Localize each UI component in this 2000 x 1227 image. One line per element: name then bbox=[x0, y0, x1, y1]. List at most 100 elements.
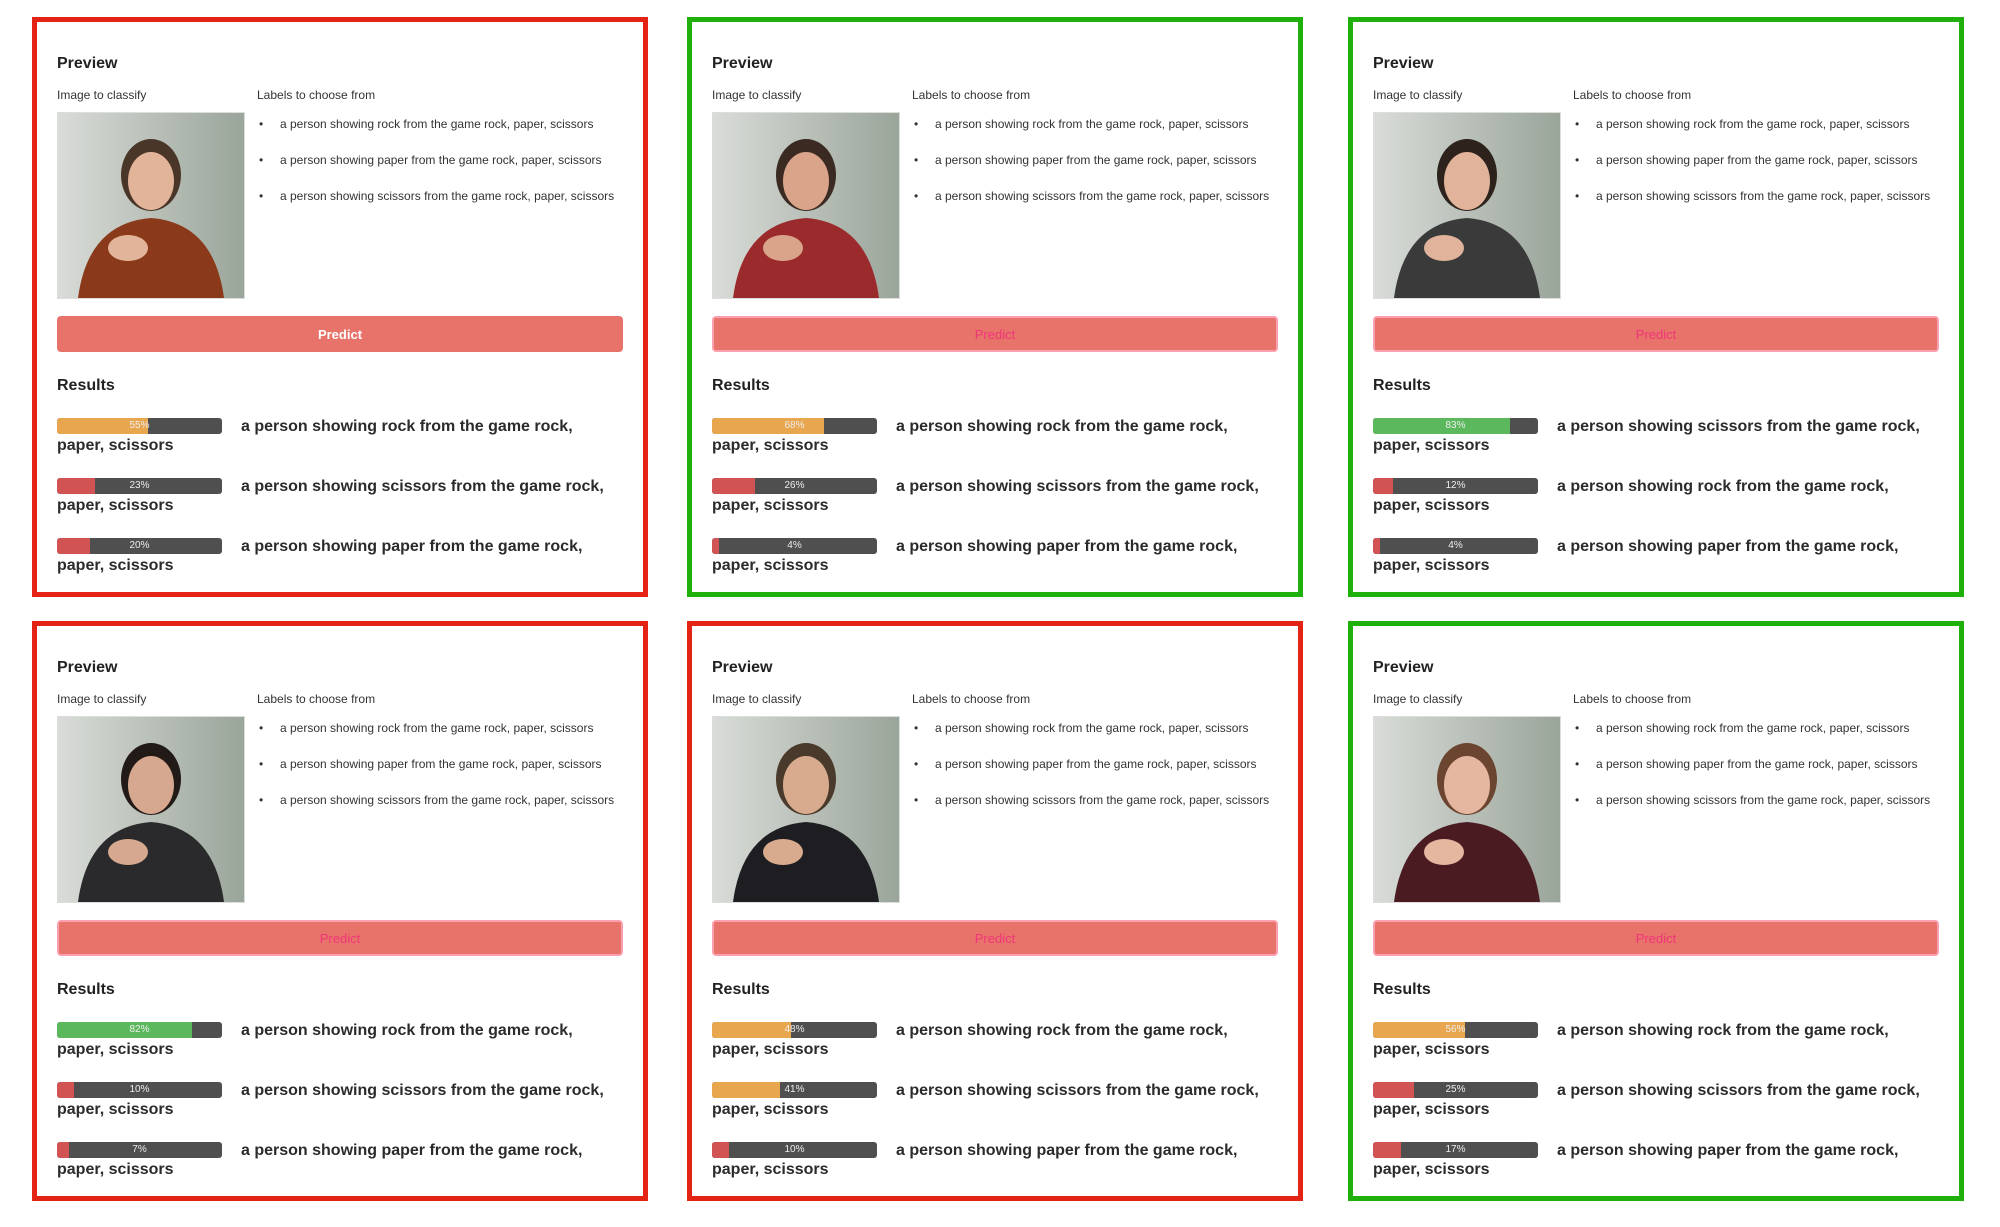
predict-button[interactable]: Predict bbox=[712, 920, 1278, 956]
confidence-bar: 12% bbox=[1373, 478, 1538, 494]
result-item: 83% a person showing scissors from the g… bbox=[1373, 417, 1939, 477]
input-image[interactable] bbox=[712, 112, 900, 299]
candidate-labels-list: a person showing rock from the game rock… bbox=[912, 114, 1278, 222]
labels-heading: Labels to choose from bbox=[257, 88, 376, 102]
confidence-bar: 10% bbox=[57, 1082, 222, 1098]
confidence-percent: 17% bbox=[1445, 1144, 1466, 1155]
classifier-panel-incorrect: Preview Image to classify Labels to choo… bbox=[32, 621, 648, 1201]
confidence-bar: 20% bbox=[57, 538, 222, 554]
result-item: 12% a person showing rock from the game … bbox=[1373, 477, 1939, 537]
result-item: 10% a person showing paper from the game… bbox=[712, 1141, 1278, 1201]
candidate-label: a person showing rock from the game rock… bbox=[257, 718, 623, 738]
classifier-panel-correct: Preview Image to classify Labels to choo… bbox=[687, 17, 1303, 597]
image-to-classify-label: Image to classify bbox=[712, 88, 802, 102]
labels-heading: Labels to choose from bbox=[257, 692, 376, 706]
results-heading: Results bbox=[712, 377, 770, 394]
candidate-label: a person showing rock from the game rock… bbox=[912, 114, 1278, 134]
candidate-label: a person showing rock from the game rock… bbox=[257, 114, 623, 134]
candidate-labels-list: a person showing rock from the game rock… bbox=[912, 718, 1278, 826]
candidate-label: a person showing scissors from the game … bbox=[257, 790, 623, 810]
confidence-percent: 12% bbox=[1445, 480, 1466, 491]
candidate-label: a person showing scissors from the game … bbox=[1573, 186, 1939, 206]
predict-button[interactable]: Predict bbox=[1373, 920, 1939, 956]
image-to-classify-label: Image to classify bbox=[57, 692, 147, 706]
confidence-bar: 41% bbox=[712, 1082, 877, 1098]
result-item: 82% a person showing rock from the game … bbox=[57, 1021, 623, 1081]
confidence-percent: 20% bbox=[129, 540, 150, 551]
image-to-classify-label: Image to classify bbox=[712, 692, 802, 706]
results-list: 56% a person showing rock from the game … bbox=[1373, 1021, 1939, 1201]
candidate-labels-list: a person showing rock from the game rock… bbox=[1573, 718, 1939, 826]
confidence-bar: 23% bbox=[57, 478, 222, 494]
candidate-labels-list: a person showing rock from the game rock… bbox=[257, 718, 623, 826]
image-to-classify-label: Image to classify bbox=[1373, 88, 1463, 102]
confidence-percent: 25% bbox=[1445, 1084, 1466, 1095]
candidate-label: a person showing paper from the game roc… bbox=[1573, 150, 1939, 170]
candidate-label: a person showing scissors from the game … bbox=[912, 186, 1278, 206]
candidate-label: a person showing paper from the game roc… bbox=[257, 754, 623, 774]
results-heading: Results bbox=[1373, 377, 1431, 394]
confidence-percent: 23% bbox=[129, 480, 150, 491]
confidence-bar: 82% bbox=[57, 1022, 222, 1038]
candidate-label: a person showing rock from the game rock… bbox=[1573, 114, 1939, 134]
confidence-bar: 48% bbox=[712, 1022, 877, 1038]
confidence-bar: 26% bbox=[712, 478, 877, 494]
result-item: 26% a person showing scissors from the g… bbox=[712, 477, 1278, 537]
predict-button[interactable]: Predict bbox=[712, 316, 1278, 352]
input-image[interactable] bbox=[1373, 716, 1561, 903]
result-item: 56% a person showing rock from the game … bbox=[1373, 1021, 1939, 1081]
confidence-bar: 17% bbox=[1373, 1142, 1538, 1158]
image-to-classify-label: Image to classify bbox=[1373, 692, 1463, 706]
result-item: 48% a person showing rock from the game … bbox=[712, 1021, 1278, 1081]
predict-button[interactable]: Predict bbox=[57, 316, 623, 352]
results-heading: Results bbox=[712, 981, 770, 998]
input-image[interactable] bbox=[712, 716, 900, 903]
candidate-label: a person showing paper from the game roc… bbox=[912, 150, 1278, 170]
result-item: 10% a person showing scissors from the g… bbox=[57, 1081, 623, 1141]
results-list: 48% a person showing rock from the game … bbox=[712, 1021, 1278, 1201]
confidence-percent: 82% bbox=[129, 1024, 150, 1035]
preview-heading: Preview bbox=[712, 55, 773, 72]
confidence-bar: 55% bbox=[57, 418, 222, 434]
result-item: 20% a person showing paper from the game… bbox=[57, 537, 623, 597]
confidence-percent: 4% bbox=[1448, 540, 1463, 551]
confidence-bar: 68% bbox=[712, 418, 877, 434]
results-list: 68% a person showing rock from the game … bbox=[712, 417, 1278, 597]
confidence-percent: 7% bbox=[132, 1144, 147, 1155]
result-item: 7% a person showing paper from the game … bbox=[57, 1141, 623, 1201]
candidate-label: a person showing rock from the game rock… bbox=[912, 718, 1278, 738]
candidate-label: a person showing scissors from the game … bbox=[1573, 790, 1939, 810]
predict-button[interactable]: Predict bbox=[57, 920, 623, 956]
classifier-panel-correct: Preview Image to classify Labels to choo… bbox=[1348, 17, 1964, 597]
input-image[interactable] bbox=[1373, 112, 1561, 299]
candidate-label: a person showing scissors from the game … bbox=[257, 186, 623, 206]
confidence-bar: 7% bbox=[57, 1142, 222, 1158]
image-to-classify-label: Image to classify bbox=[57, 88, 147, 102]
labels-heading: Labels to choose from bbox=[912, 88, 1031, 102]
results-heading: Results bbox=[57, 377, 115, 394]
confidence-percent: 10% bbox=[784, 1144, 805, 1155]
result-item: 25% a person showing scissors from the g… bbox=[1373, 1081, 1939, 1141]
candidate-label: a person showing rock from the game rock… bbox=[1573, 718, 1939, 738]
preview-heading: Preview bbox=[1373, 55, 1434, 72]
confidence-percent: 56% bbox=[1445, 1024, 1466, 1035]
confidence-percent: 4% bbox=[787, 540, 802, 551]
labels-heading: Labels to choose from bbox=[1573, 88, 1692, 102]
result-item: 17% a person showing paper from the game… bbox=[1373, 1141, 1939, 1201]
result-item: 55% a person showing rock from the game … bbox=[57, 417, 623, 477]
confidence-percent: 48% bbox=[784, 1024, 805, 1035]
input-image[interactable] bbox=[57, 716, 245, 903]
confidence-bar: 4% bbox=[712, 538, 877, 554]
labels-heading: Labels to choose from bbox=[1573, 692, 1692, 706]
confidence-bar: 83% bbox=[1373, 418, 1538, 434]
confidence-bar: 25% bbox=[1373, 1082, 1538, 1098]
results-list: 83% a person showing scissors from the g… bbox=[1373, 417, 1939, 597]
preview-heading: Preview bbox=[712, 659, 773, 676]
result-item: 4% a person showing paper from the game … bbox=[1373, 537, 1939, 597]
input-image[interactable] bbox=[57, 112, 245, 299]
results-list: 55% a person showing rock from the game … bbox=[57, 417, 623, 597]
results-heading: Results bbox=[57, 981, 115, 998]
predict-button[interactable]: Predict bbox=[1373, 316, 1939, 352]
candidate-labels-list: a person showing rock from the game rock… bbox=[1573, 114, 1939, 222]
labels-heading: Labels to choose from bbox=[912, 692, 1031, 706]
